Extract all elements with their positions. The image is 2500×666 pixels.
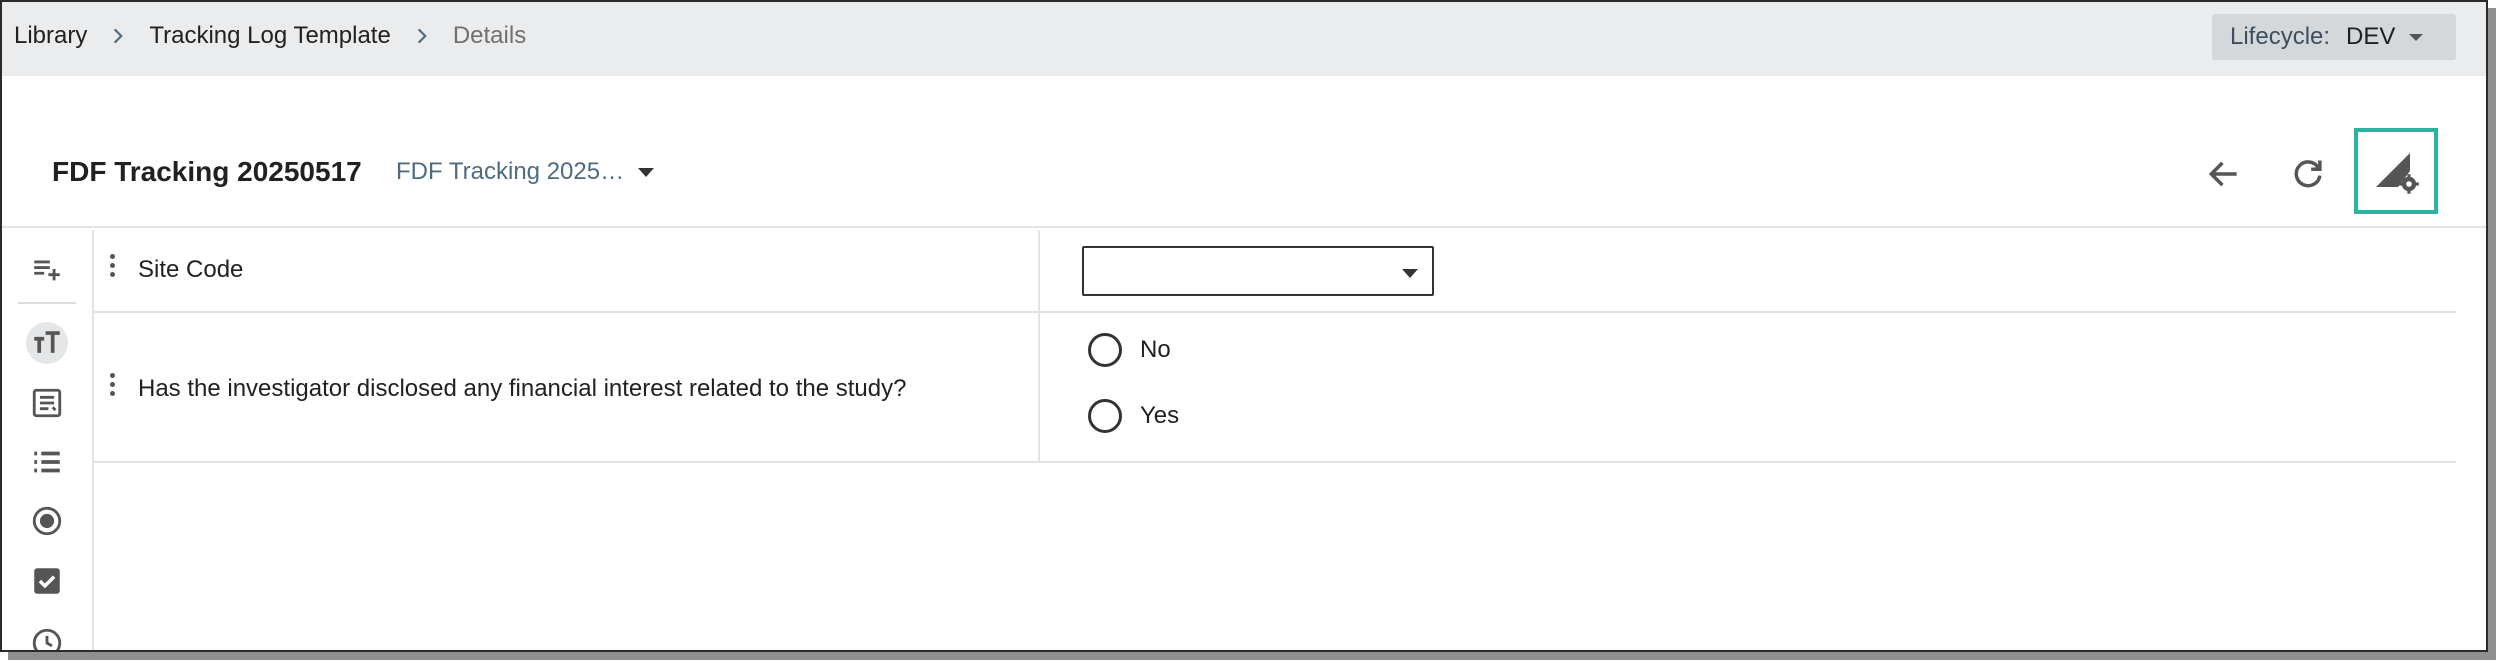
chevron-right-icon [87,26,149,46]
radio-icon [32,506,62,536]
version-selected: FDF Tracking 2025… [396,158,625,185]
breadcrumb-details: Details [452,22,527,49]
chevron-right-icon [391,26,453,46]
arrow-left-icon [2208,161,2237,187]
time-tool[interactable] [26,622,68,650]
radio-option-yes[interactable]: Yes [1088,399,1179,433]
form-title: FDF Tracking 20250517 [52,156,362,187]
radio-option-no[interactable]: No [1088,333,1171,367]
breadcrumb-library[interactable]: Library [14,22,87,50]
text-area-icon [32,388,62,418]
column-divider [1038,313,1040,461]
form-header: FDF Tracking 20250517 FDF Tracking 2025… [2,98,2486,228]
drag-handle-icon[interactable] [110,373,116,399]
sidebar-divider [18,302,76,304]
text-field-tool[interactable] [26,322,68,364]
form-settings-button[interactable] [2354,128,2438,214]
breadcrumb-template[interactable]: Tracking Log Template [149,22,390,50]
lifecycle-value: DEV [2346,23,2396,50]
site-code-dropdown[interactable] [1082,246,1434,296]
radio-tool[interactable] [26,500,68,542]
form-settings-icon [2376,153,2419,194]
question-label: Site Code [138,256,244,283]
checkbox-tool[interactable] [26,560,68,602]
radio-button[interactable] [1088,333,1122,367]
caret-down-icon [2409,33,2424,41]
checkbox-icon [34,568,60,594]
column-divider [1038,230,1040,311]
form-row[interactable]: Site Code [94,230,2456,313]
add-list-icon [34,260,60,281]
window-shadow [8,652,2496,660]
back-button[interactable] [2194,144,2254,204]
refresh-button[interactable] [2278,144,2338,204]
question-label: Has the investigator disclosed any finan… [138,375,907,402]
lifecycle-dropdown[interactable]: Lifecycle: DEV [2212,14,2456,60]
text-size-icon [34,331,60,353]
form-row[interactable]: Has the investigator disclosed any finan… [94,313,2456,463]
add-field-tool[interactable] [26,248,68,290]
tool-sidebar [2,230,94,650]
drag-handle-icon[interactable] [110,254,116,280]
radio-label: No [1140,336,1171,363]
text-area-tool[interactable] [26,382,68,424]
version-dropdown[interactable]: FDF Tracking 2025… [396,158,655,186]
top-bar: Library Tracking Log Template Details Li… [2,2,2486,76]
list-icon [34,451,60,473]
breadcrumb: Library Tracking Log Template Details [14,20,526,52]
clock-icon [32,628,62,650]
window-shadow [2488,8,2496,658]
refresh-icon [2294,160,2322,188]
caret-down-icon [1402,269,1418,278]
caret-down-icon [638,167,655,177]
app-window: Library Tracking Log Template Details Li… [0,0,2488,652]
list-tool[interactable] [26,441,68,483]
lifecycle-label: Lifecycle: [2230,23,2331,50]
radio-label: Yes [1140,402,1180,429]
radio-button[interactable] [1088,399,1122,433]
